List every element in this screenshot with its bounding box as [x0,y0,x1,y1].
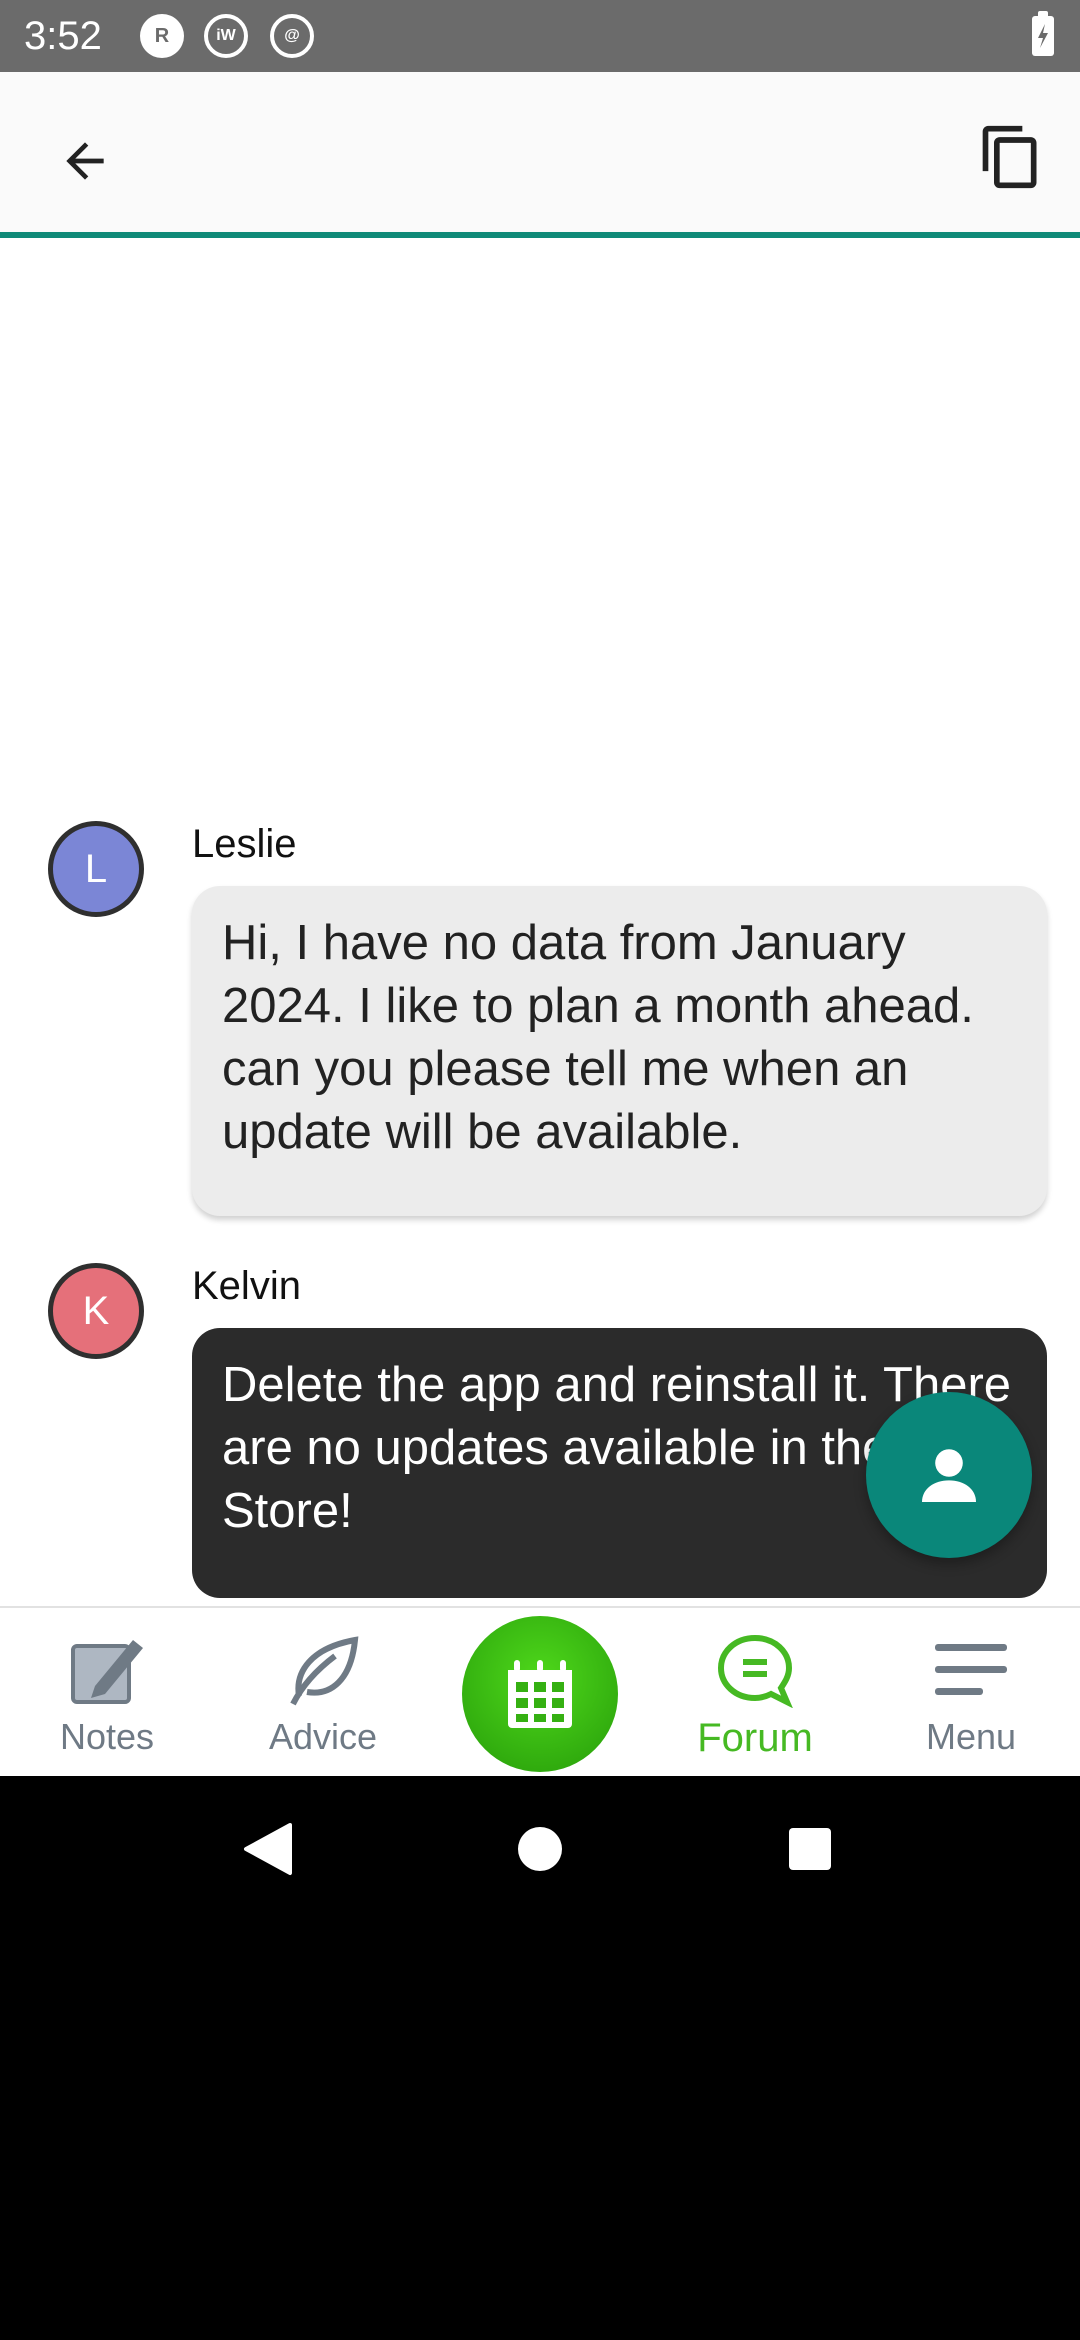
system-navigation-bar [0,1776,1080,1924]
app-bar [0,72,1080,238]
back-button[interactable] [40,116,130,206]
nav-item-forum[interactable]: Forum [665,1608,845,1778]
message-author: Leslie [192,822,297,866]
battery-charging-icon [1032,11,1054,56]
calendar-icon [508,1660,572,1728]
nav-item-menu[interactable]: Menu [881,1608,1061,1778]
bottom-navigation: Notes Advice Forum Menu [0,1606,1080,1776]
recents-square-icon [789,1828,831,1870]
status-time: 3:52 [24,14,102,58]
nav-label: Forum [697,1716,813,1760]
iw-notification-icon: iW [204,14,248,58]
nav-label: Notes [59,1716,155,1757]
person-icon [922,1449,976,1502]
profile-fab-button[interactable] [866,1392,1032,1558]
calendar-button[interactable] [462,1616,618,1772]
notes-pencil-icon [71,1640,143,1704]
hamburger-menu-icon [935,1644,1007,1695]
message-bubble: Hi, I have no data from January 2024. I … [192,886,1047,1216]
nav-item-notes[interactable]: Notes [17,1608,197,1778]
chat-bubble-icon [717,1634,793,1708]
message-thread[interactable]: L Leslie Hi, I have no data from January… [0,238,1080,1606]
avatar-letter: L [84,846,108,891]
nav-label: Advice [268,1716,378,1757]
at-notification-icon: @ [270,14,314,58]
avatar[interactable]: K [48,1263,144,1359]
home-circle-icon [518,1827,562,1871]
avatar-letter: K [82,1288,110,1333]
back-triangle-icon [244,1823,292,1875]
arrow-left-icon [66,142,104,180]
copy-button[interactable] [966,112,1056,202]
message-author: Kelvin [192,1264,301,1308]
nav-item-advice[interactable]: Advice [233,1608,413,1778]
nav-label: Menu [925,1716,1017,1757]
system-home-button[interactable] [505,1814,575,1884]
system-back-button[interactable] [233,1814,303,1884]
copy-icon [982,125,1037,189]
avatar[interactable]: L [48,821,144,917]
r-notification-icon: R [140,14,184,58]
leaf-icon [290,1636,359,1706]
system-recents-button[interactable] [775,1814,845,1884]
status-bar: 3:52 R iW @ [0,0,1080,72]
